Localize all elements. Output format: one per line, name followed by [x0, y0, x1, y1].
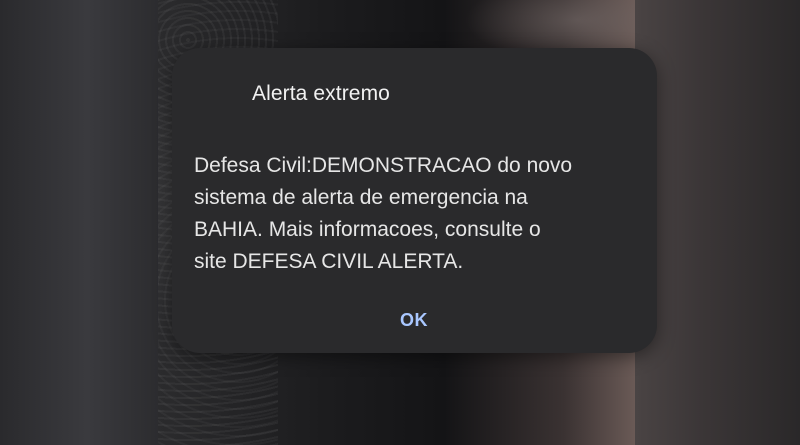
message-line: Defesa Civil:DEMONSTRACAO do novo — [194, 154, 573, 177]
emergency-alert-dialog: Alerta extremo Defesa Civil:DEMONSTRACAO… — [172, 48, 657, 353]
dialog-message: Defesa Civil:DEMONSTRACAO do novo sistem… — [194, 150, 644, 278]
background-blur-left — [0, 0, 158, 445]
message-line: BAHIA. Mais informacoes, consulte o — [194, 218, 541, 241]
screen: Alerta extremo Defesa Civil:DEMONSTRACAO… — [0, 0, 800, 445]
message-line: sistema de alerta de emergencia na — [194, 186, 528, 209]
dialog-title: Alerta extremo — [252, 82, 390, 105]
background-blur-right — [635, 0, 800, 445]
message-line: site DEFESA CIVIL ALERTA. — [194, 250, 464, 273]
ok-button[interactable]: OK — [384, 304, 444, 336]
